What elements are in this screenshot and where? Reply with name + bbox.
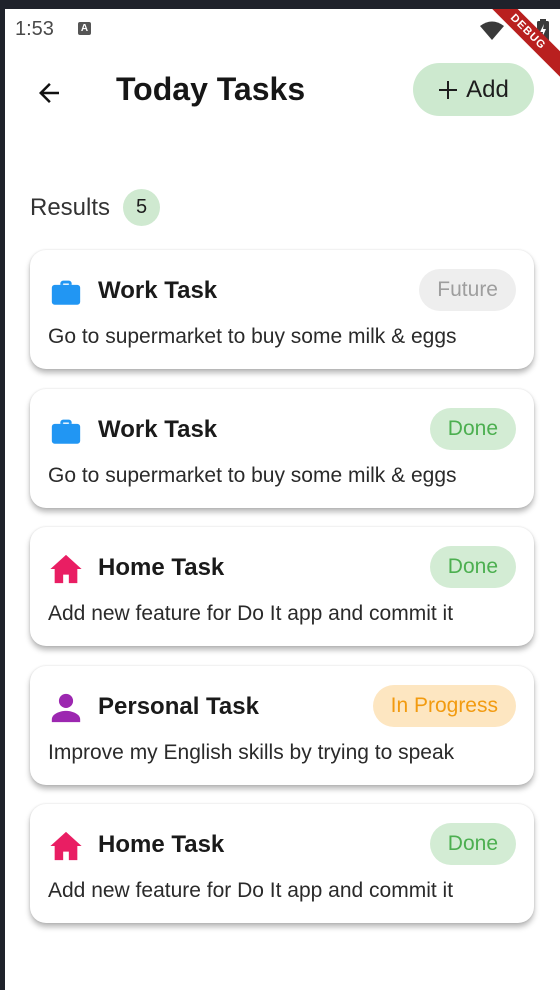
task-description: Improve my English skills by trying to s…	[48, 740, 455, 764]
status-badge: Done	[429, 546, 516, 588]
status-badge: Done	[429, 407, 516, 450]
status-badge: Done	[429, 823, 516, 865]
task-title: Work Task	[98, 277, 218, 304]
app-screen: 1:53 A DEBUG Today Tasks Add Results 5 W…	[5, 9, 560, 990]
task-description: Go to supermarket to buy some milk & egg…	[48, 325, 457, 348]
arrow-back-icon	[39, 83, 59, 103]
task-title: Home Task	[98, 554, 225, 581]
add-task-button[interactable]: Add	[413, 63, 534, 116]
results-row: Results 5	[30, 189, 161, 226]
status-badge: Future	[419, 269, 516, 311]
person-icon	[51, 693, 81, 722]
task-card[interactable]: Work Task Future Go to supermarket to bu…	[30, 250, 534, 369]
briefcase-icon	[51, 280, 81, 305]
status-bar: 1:53 A DEBUG	[5, 9, 560, 81]
back-button[interactable]	[31, 75, 67, 111]
home-icon	[50, 831, 82, 861]
page-title: Today Tasks	[116, 71, 306, 107]
task-card[interactable]: Home Task Done Add new feature for Do It…	[30, 527, 534, 646]
plus-icon	[439, 80, 458, 99]
wifi-icon	[480, 21, 504, 40]
results-label: Results	[30, 193, 111, 221]
home-icon	[50, 554, 82, 584]
task-description: Add new feature for Do It app and commit…	[48, 879, 454, 902]
task-card[interactable]: Work Task Done Go to supermarket to buy …	[30, 388, 534, 508]
status-time: 1:53	[15, 18, 54, 40]
add-button-label: Add	[466, 75, 509, 103]
task-card[interactable]: Home Task Done Add new feature for Do It…	[30, 804, 534, 923]
status-badge: In Progress	[372, 684, 516, 727]
task-card[interactable]: Personal Task In Progress Improve my Eng…	[30, 665, 534, 785]
task-list: Work Task Future Go to supermarket to bu…	[30, 250, 534, 943]
results-count-badge: 5	[123, 189, 161, 226]
notification-a-icon: A	[78, 22, 91, 35]
task-description: Go to supermarket to buy some milk & egg…	[48, 463, 457, 487]
briefcase-icon	[51, 419, 81, 444]
task-description: Add new feature for Do It app and commit…	[48, 602, 454, 625]
task-title: Personal Task	[98, 692, 259, 720]
task-title: Home Task	[98, 831, 225, 858]
task-title: Work Task	[98, 415, 218, 443]
